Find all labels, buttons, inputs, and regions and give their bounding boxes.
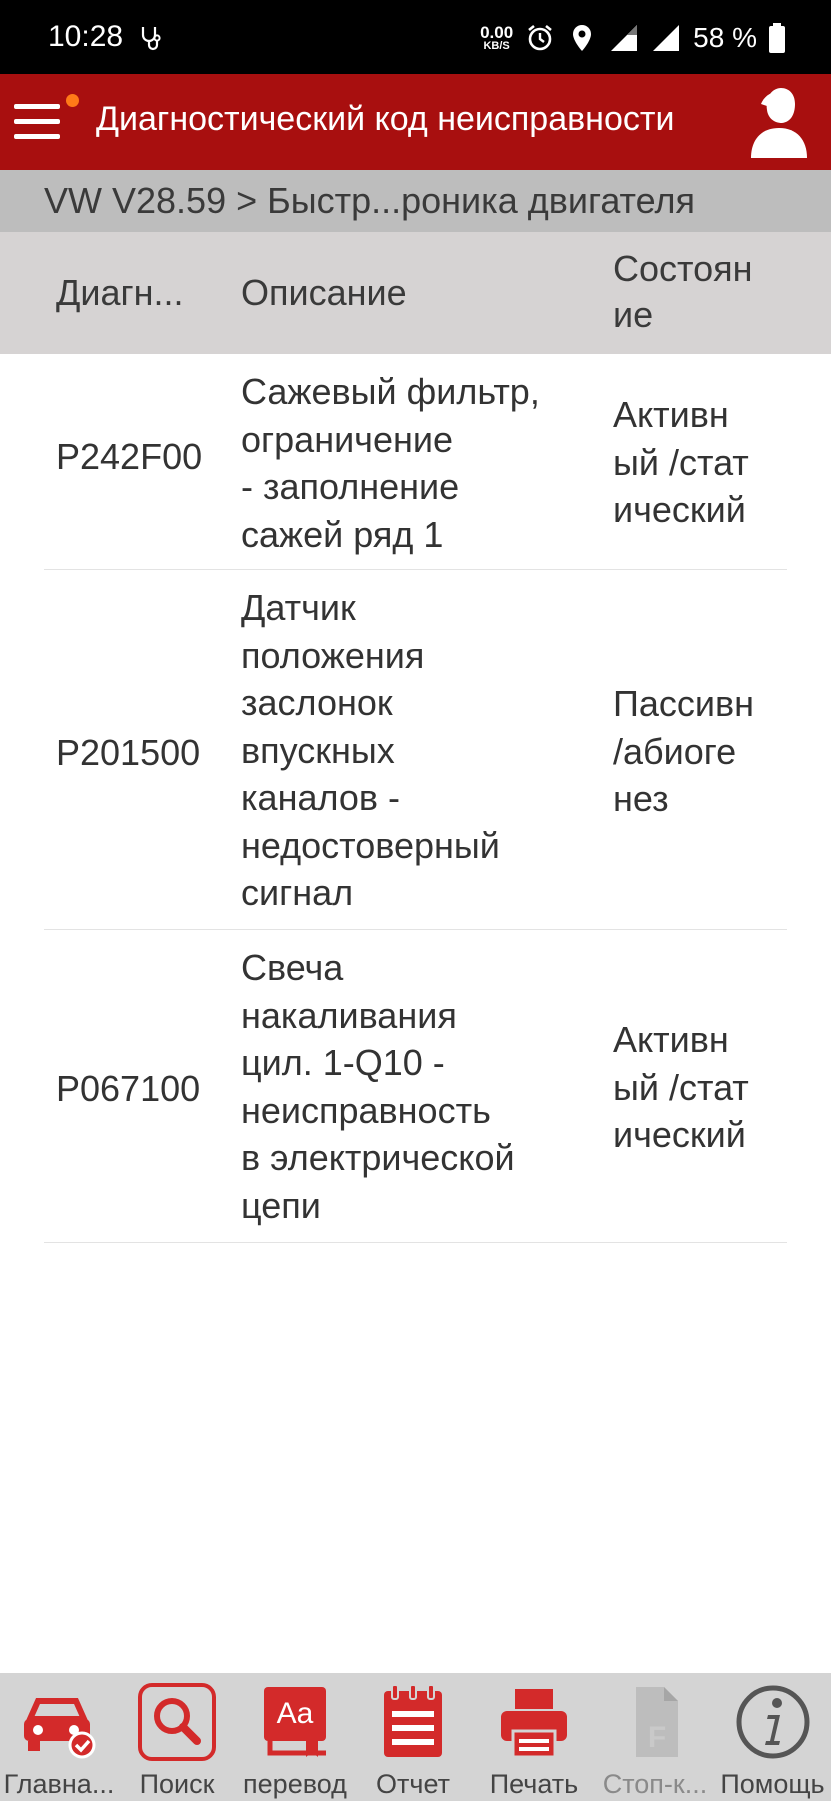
bottom-toolbar: Главна... Поиск Aa перевод Отчет Печать … <box>0 1673 831 1801</box>
home-button[interactable]: Главна... <box>0 1673 118 1801</box>
breadcrumb: VW V28.59 > Быстр...роника двигателя <box>0 170 831 232</box>
help-button-label: Помощь <box>720 1769 825 1799</box>
svg-text:F: F <box>648 1721 666 1754</box>
battery-icon <box>769 23 785 53</box>
column-header-description: Описание <box>241 272 407 313</box>
battery-percent: 58 % <box>693 22 757 53</box>
column-header-code: Диагн... <box>56 272 184 313</box>
dtc-code: P067100 <box>56 1068 201 1109</box>
help-icon <box>736 1685 809 1759</box>
alarm-icon <box>528 24 552 51</box>
status-bar: 10:28 0.00 KB/S 58 % <box>0 0 831 74</box>
search-button[interactable]: Поиск <box>118 1673 236 1801</box>
report-button[interactable]: Отчет <box>354 1673 472 1801</box>
translate-button[interactable]: Aa перевод <box>236 1673 354 1801</box>
location-icon <box>573 25 592 51</box>
print-button-label: Печать <box>489 1769 579 1799</box>
dtc-code: P242F00 <box>56 436 203 477</box>
help-button[interactable]: Помощь <box>714 1673 831 1801</box>
stethoscope-icon <box>141 27 161 51</box>
report-icon <box>384 1684 442 1757</box>
hamburger-menu-icon[interactable] <box>14 104 60 140</box>
dtc-description: Свеча накаливания цил. 1-Q10 - неисправн… <box>241 947 515 1226</box>
report-button-label: Отчет <box>376 1769 450 1799</box>
net-speed: 0.00 KB/S <box>480 23 514 52</box>
freeze-frame-button[interactable]: F Стоп-к... <box>596 1673 714 1801</box>
table-header: Диагн... Описание Состоян ие <box>0 232 831 354</box>
wifi-signal-icon <box>653 25 680 51</box>
freeze-frame-icon: F <box>636 1687 678 1757</box>
svg-text:Aa: Aa <box>277 1697 314 1730</box>
table-row[interactable]: P201500 Датчик положения заслонок впускн… <box>44 570 787 930</box>
notification-dot <box>66 94 79 107</box>
translate-icon: Aa <box>264 1687 326 1757</box>
freeze-frame-button-label: Стоп-к... <box>602 1769 708 1799</box>
car-check-icon <box>24 1698 96 1759</box>
page-title: Диагностический код неисправности <box>96 100 675 138</box>
dtc-state: Активн ый /стат ический <box>613 1019 749 1155</box>
dtc-state: Пассивн /абиоге нез <box>613 683 755 819</box>
status-time: 10:28 <box>48 20 124 53</box>
dtc-description: Датчик положения заслонок впускных канал… <box>241 587 500 913</box>
table-row[interactable]: P067100 Свеча накаливания цил. 1-Q10 - н… <box>44 930 787 1243</box>
search-button-label: Поиск <box>139 1769 215 1799</box>
user-profile-icon[interactable] <box>747 84 811 160</box>
dtc-code: P201500 <box>56 732 201 773</box>
print-button[interactable]: Печать <box>472 1673 596 1801</box>
dtc-description: Сажевый фильтр, ограничение - заполнение… <box>241 371 540 555</box>
printer-icon <box>501 1689 567 1759</box>
status-icons: 0.00 KB/S 58 % <box>480 16 785 60</box>
app-bar: Диагностический код неисправности <box>0 74 831 170</box>
home-button-label: Главна... <box>3 1769 115 1799</box>
translate-button-label: перевод <box>243 1769 347 1799</box>
column-header-state: Состоян ие <box>613 248 753 335</box>
dtc-state: Активн ый /стат ический <box>613 394 749 530</box>
search-icon <box>138 1683 216 1761</box>
table-row[interactable]: P242F00 Сажевый фильтр, ограничение - за… <box>44 354 787 570</box>
signal-icon <box>611 25 638 51</box>
